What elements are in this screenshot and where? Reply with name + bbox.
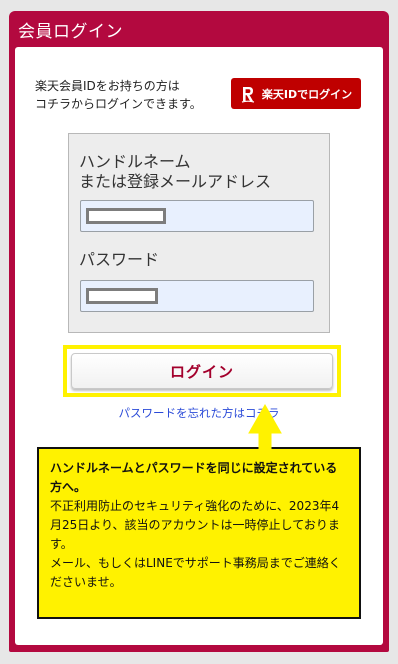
login-button-highlight: ログイン (63, 345, 341, 397)
password-label: パスワード (79, 250, 160, 269)
intro-line-1: 楽天会員IDをお持ちの方は (35, 79, 180, 93)
security-notice: ハンドルネームとパスワードを同じに設定されている方へ。 不正利用防止のセキュリテ… (37, 447, 361, 619)
login-form: ハンドルネーム または登録メールアドレス パスワード (68, 133, 330, 333)
intro-line-2: コチラからログインできます。 (35, 97, 202, 111)
handle-input[interactable] (80, 200, 314, 232)
password-input[interactable] (80, 280, 314, 312)
rakuten-login-label: 楽天IDでログイン (261, 87, 353, 101)
rakuten-r-icon (241, 86, 255, 103)
redacted-handle-value (86, 208, 166, 224)
login-panel: 会員ログイン 楽天会員IDをお持ちの方は コチラからログインできます。 楽天ID… (9, 11, 389, 652)
login-card: 楽天会員IDをお持ちの方は コチラからログインできます。 楽天IDでログイン ハ… (15, 47, 383, 645)
notice-heading: ハンドルネームとパスワードを同じに設定されている方へ。 (50, 461, 338, 494)
handle-label: ハンドルネーム または登録メールアドレス (79, 152, 271, 192)
redacted-password-value (86, 288, 158, 304)
handle-label-line-2: または登録メールアドレス (79, 172, 272, 191)
login-button[interactable]: ログイン (71, 353, 333, 389)
forgot-password-link[interactable]: パスワードを忘れた方はコチラ (15, 405, 383, 421)
handle-label-line-1: ハンドルネーム (79, 152, 191, 171)
rakuten-login-button[interactable]: 楽天IDでログイン (231, 78, 361, 109)
notice-body-2: メール、もしくはLINEでサポート事務局までご連絡くださいませ。 (50, 556, 341, 589)
rakuten-intro-text: 楽天会員IDをお持ちの方は コチラからログインできます。 (35, 77, 215, 113)
notice-body-1: 不正利用防止のセキュリティ強化のために、2023年4月25日より、該当のアカウン… (50, 499, 340, 551)
panel-title: 会員ログイン (18, 22, 123, 42)
